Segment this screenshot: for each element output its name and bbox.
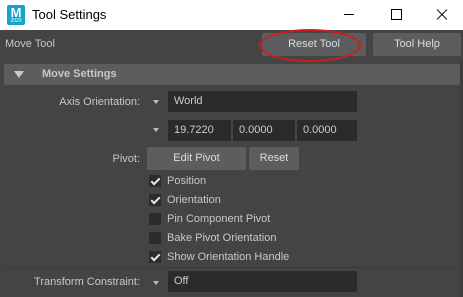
divider	[4, 267, 460, 268]
show-orientation-handle-label: Show Orientation Handle	[167, 251, 290, 263]
bake-pivot-orientation-checkbox[interactable]	[149, 232, 161, 244]
orientation-label: Orientation	[167, 194, 221, 206]
position-label: Position	[167, 175, 207, 187]
axis-orientation-select[interactable]: World	[168, 91, 357, 112]
axis-dropdown-arrow-icon[interactable]	[153, 100, 159, 104]
transform-constraint-select[interactable]: Off	[168, 271, 357, 292]
pin-component-pivot-checkbox[interactable]	[149, 213, 161, 225]
pin-component-pivot-label: Pin Component Pivot	[167, 213, 271, 225]
axis-y-field[interactable]: 0.0000	[233, 120, 295, 141]
tool-name: Move Tool	[5, 38, 55, 50]
tool-help-button[interactable]: Tool Help	[373, 33, 461, 56]
custom-axis-arrow-icon[interactable]	[153, 128, 159, 132]
orientation-checkbox[interactable]	[149, 194, 161, 206]
axis-z-field[interactable]: 0.0000	[297, 120, 357, 141]
axis-x-field[interactable]: 19.7220	[168, 120, 231, 141]
app-icon-sub: 2020	[10, 18, 22, 24]
edit-pivot-button[interactable]: Edit Pivot	[147, 147, 246, 170]
section-title: Move Settings	[42, 68, 117, 80]
window-titlebar: M 2020 Tool Settings	[0, 0, 463, 30]
collapse-triangle-icon	[14, 71, 24, 78]
maximize-icon[interactable]	[376, 0, 416, 30]
pivot-label: Pivot:	[112, 153, 140, 165]
transform-constraint-arrow-icon[interactable]	[153, 281, 159, 285]
position-checkbox[interactable]	[149, 175, 161, 187]
axis-orientation-label: Axis Orientation:	[59, 96, 140, 108]
minimize-icon[interactable]	[330, 0, 370, 30]
show-orientation-handle-checkbox[interactable]	[149, 251, 161, 263]
maya-app-icon: M 2020	[7, 5, 25, 25]
bake-pivot-orientation-label: Bake Pivot Orientation	[167, 232, 277, 244]
close-icon[interactable]	[422, 0, 462, 30]
reset-tool-button[interactable]: Reset Tool	[262, 33, 366, 56]
move-settings-header[interactable]: Move Settings	[4, 64, 460, 85]
transform-constraint-label: Transform Constraint:	[34, 276, 140, 288]
reset-pivot-button[interactable]: Reset	[249, 147, 299, 170]
window-title: Tool Settings	[32, 7, 107, 22]
